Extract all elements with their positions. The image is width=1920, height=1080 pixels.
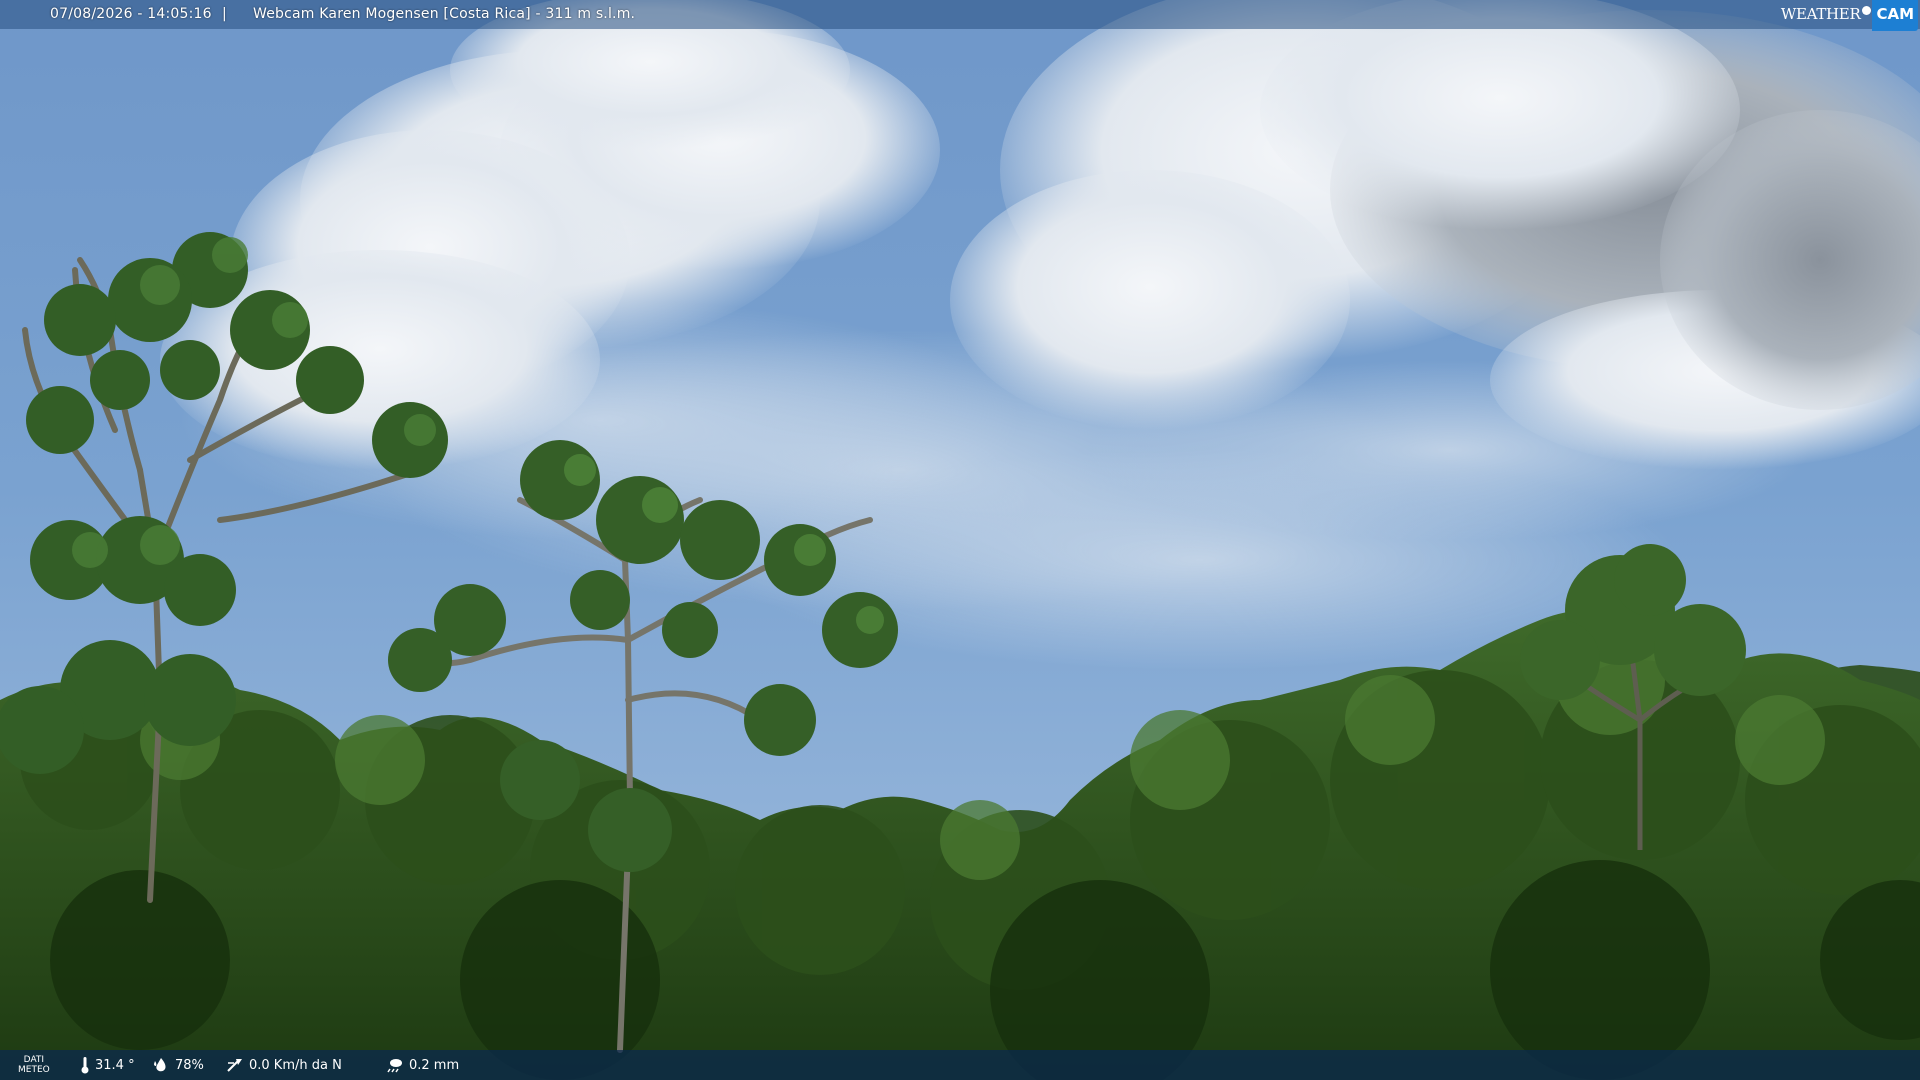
temperature-value: 31.4 ° xyxy=(95,1057,135,1073)
wind-reading: 0.0 Km/h da N xyxy=(226,1050,342,1080)
wind-value: 0.0 Km/h da N xyxy=(249,1057,342,1073)
weather-data-label: DATI METEO xyxy=(18,1050,50,1080)
temperature-reading: 31.4 ° xyxy=(80,1050,135,1080)
logo-dot-icon xyxy=(1862,5,1872,15)
logo-weather-text: WEATHER xyxy=(1780,4,1861,23)
wind-icon xyxy=(227,1059,242,1072)
camera-title: Webcam Karen Mogensen [Costa Rica] - 311… xyxy=(253,6,636,22)
webcam-scene-image xyxy=(0,0,1920,1080)
weathercam-logo: WEATHER CAM xyxy=(1780,0,1918,31)
title-separator: | xyxy=(222,6,227,22)
timestamp: 07/08/2026 - 14:05:16 xyxy=(50,6,212,22)
rain-cloud-icon xyxy=(387,1059,402,1073)
webcam-view: 07/08/2026 - 14:05:16 | Webcam Karen Mog… xyxy=(0,0,1920,1080)
thermometer-icon xyxy=(81,1057,89,1074)
humidity-value: 78% xyxy=(175,1057,204,1073)
droplet-icon xyxy=(154,1058,166,1072)
weather-label-line2: METEO xyxy=(18,1065,50,1075)
top-info-bar: 07/08/2026 - 14:05:16 | Webcam Karen Mog… xyxy=(0,0,1920,31)
weather-label-line1: DATI xyxy=(23,1055,45,1065)
rain-reading: 0.2 mm xyxy=(386,1050,459,1080)
humidity-reading: 78% xyxy=(152,1050,204,1080)
weather-data-bar: DATI METEO 31.4 ° 78% 0.0 Km/h da N 0.2 … xyxy=(0,1050,1920,1080)
rain-value: 0.2 mm xyxy=(409,1057,460,1073)
logo-cam-text: CAM xyxy=(1872,0,1918,31)
